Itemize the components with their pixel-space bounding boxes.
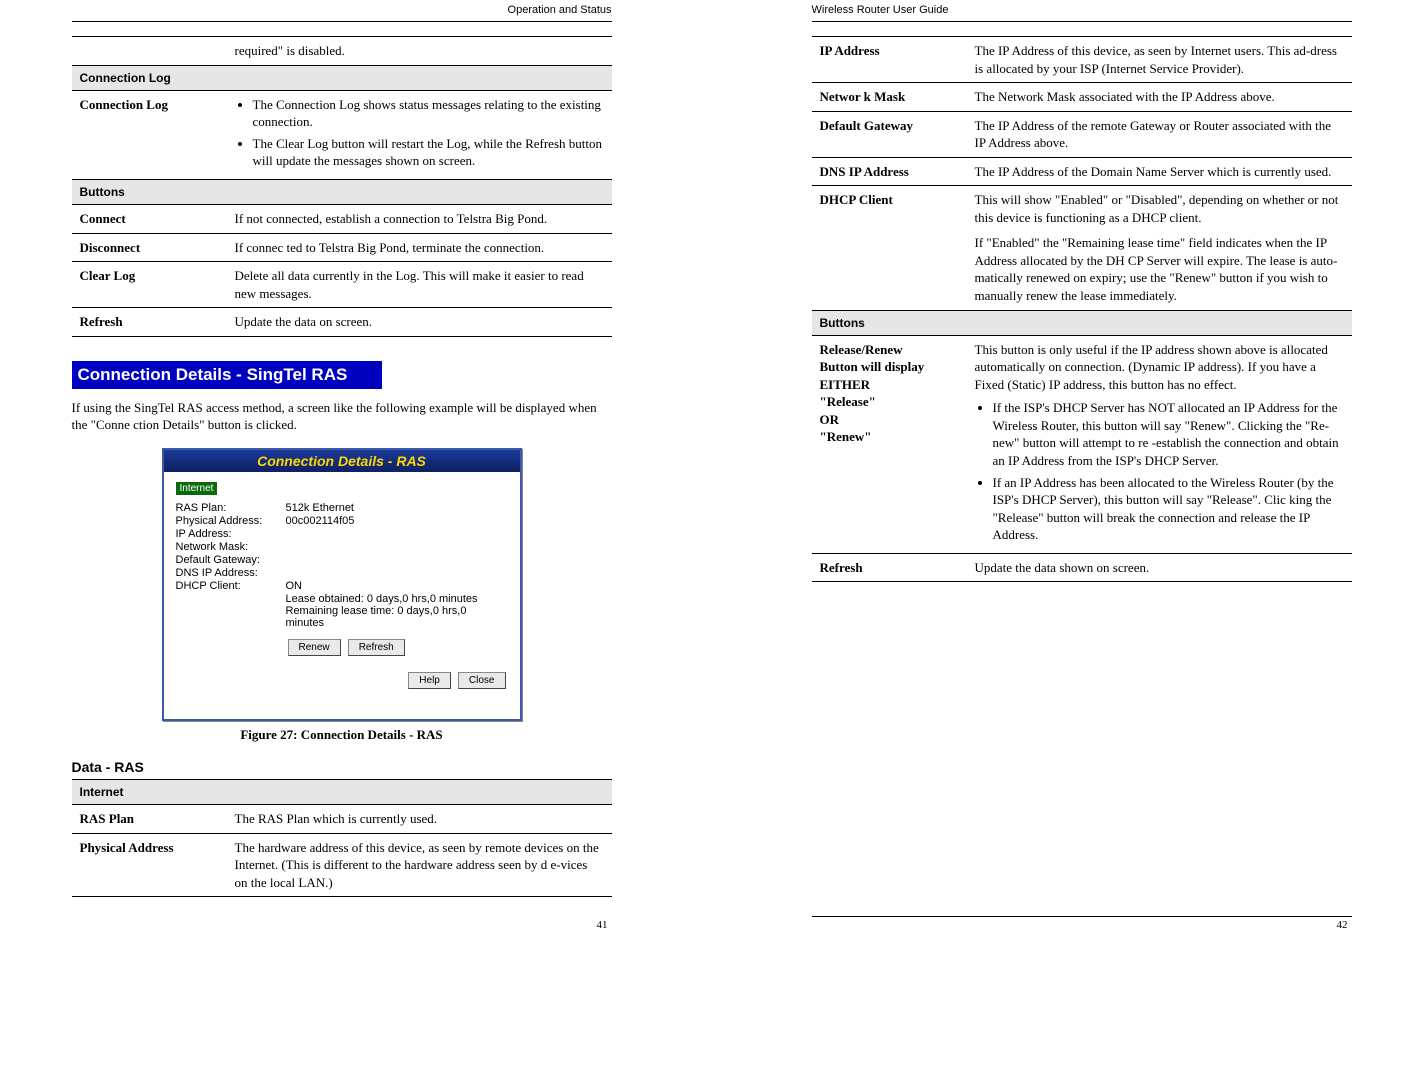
table-right: IP Address The IP Address of this device…: [812, 36, 1352, 582]
row-rasplan-v: The RAS Plan which is currently used.: [227, 805, 612, 834]
cell-required-disabled: required" is disabled.: [227, 37, 612, 66]
row-ip-l: IP Address: [812, 37, 967, 83]
figure-27: Connection Details - RAS Internet RAS Pl…: [72, 448, 612, 721]
rr-intro: This button is only useful if the IP add…: [975, 341, 1344, 394]
row-connlog-label: Connection Log: [72, 90, 227, 179]
mock-lease-rem: Remaining lease time: 0 days,0 hrs,0 min…: [286, 605, 508, 629]
row-refresh2-l: Refresh: [812, 553, 967, 582]
mock-dns-k: DNS IP Address:: [176, 567, 286, 579]
intro-paragraph: If using the SingTel RAS access method, …: [72, 399, 612, 434]
row-refresh-l: Refresh: [72, 308, 227, 337]
running-head-left: Operation and Status: [72, 4, 612, 22]
mock-lease-obt: Lease obtained: 0 days,0 hrs,0 minutes: [286, 593, 508, 605]
page-number-right: 42: [1337, 919, 1348, 931]
row-clearlog-v: Delete all data currently in the Log. Th…: [227, 262, 612, 308]
row-gw-v: The IP Address of the remote Gateway or …: [967, 111, 1352, 157]
row-dns-l: DNS IP Address: [812, 157, 967, 186]
mock-dhcp-v: ON: [286, 580, 508, 592]
mock-nm-k: Network Mask:: [176, 541, 286, 553]
page-left: Operation and Status required" is disabl…: [72, 0, 612, 907]
mock-section-internet: Internet: [176, 482, 218, 495]
mock-ras-plan-k: RAS Plan:: [176, 502, 286, 514]
table-data-ras: Internet RAS Plan The RAS Plan which is …: [72, 779, 612, 897]
heading-singtel-ras: Connection Details - SingTel RAS: [72, 361, 382, 389]
rr-bullet-1: If the ISP's DHCP Server has NOT allocat…: [993, 399, 1344, 469]
row-rasplan-l: RAS Plan: [72, 805, 227, 834]
row-nm-v: The Network Mask associated with the IP …: [967, 83, 1352, 112]
mock-phys-k: Physical Address:: [176, 515, 286, 527]
row-ip-v: The IP Address of this device, as seen b…: [967, 37, 1352, 83]
footer-rule: [812, 916, 1352, 917]
connlog-bullet-2: The Clear Log button will restart the Lo…: [253, 135, 604, 170]
mock-titlebar: Connection Details - RAS: [164, 450, 520, 472]
row-dhcp-v1: This will show "Enabled" or "Disabled", …: [975, 191, 1344, 226]
figure-caption: Figure 27: Connection Details - RAS: [72, 727, 612, 743]
mock-refresh-button[interactable]: Refresh: [348, 639, 405, 656]
page-number-left: 41: [597, 919, 608, 931]
row-nm-l: Networ k Mask: [812, 83, 967, 112]
row-clearlog-l: Clear Log: [72, 262, 227, 308]
section-connection-log: Connection Log: [72, 65, 612, 90]
connlog-bullet-1: The Connection Log shows status messages…: [253, 96, 604, 131]
row-physaddr-v: The hardware address of this device, as …: [227, 833, 612, 897]
section-internet: Internet: [72, 779, 612, 804]
row-dhcp-l: DHCP Client: [812, 186, 967, 310]
row-refresh-v: Update the data on screen.: [227, 308, 612, 337]
row-disconnect-l: Disconnect: [72, 233, 227, 262]
row-disconnect-v: If connec ted to Telstra Big Pond, termi…: [227, 233, 612, 262]
mock-help-button[interactable]: Help: [408, 672, 451, 689]
row-connect-v: If not connected, establish a connection…: [227, 205, 612, 234]
section-buttons-right: Buttons: [812, 310, 1352, 335]
rr-bullet-2: If an IP Address has been allocated to t…: [993, 474, 1344, 544]
table-left-top: required" is disabled. Connection Log Co…: [72, 36, 612, 337]
mock-gw-k: Default Gateway:: [176, 554, 286, 566]
row-connect-l: Connect: [72, 205, 227, 234]
running-head-right: Wireless Router User Guide: [812, 4, 1352, 22]
row-dns-v: The IP Address of the Domain Name Server…: [967, 157, 1352, 186]
mock-dhcp-k: DHCP Client:: [176, 580, 286, 592]
mock-ip-k: IP Address:: [176, 528, 286, 540]
row-physaddr-l: Physical Address: [72, 833, 227, 897]
mock-window: Connection Details - RAS Internet RAS Pl…: [162, 448, 522, 721]
row-dhcp-v2: If "Enabled" the "Remaining lease time" …: [975, 234, 1344, 304]
row-dhcp-v: This will show "Enabled" or "Disabled", …: [967, 186, 1352, 310]
row-releaserenew-l: Release/Renew Button will display EITHER…: [812, 335, 967, 553]
heading-data-ras: Data - RAS: [72, 759, 612, 775]
cell-empty: [72, 37, 227, 66]
mock-ras-plan-v: 512k Ethernet: [286, 502, 508, 514]
section-buttons-left: Buttons: [72, 179, 612, 204]
mock-close-button[interactable]: Close: [458, 672, 506, 689]
page-right: Wireless Router User Guide IP Address Th…: [812, 0, 1352, 907]
mock-phys-v: 00c002114f05: [286, 515, 508, 527]
row-connlog-value: The Connection Log shows status messages…: [227, 90, 612, 179]
row-gw-l: Default Gateway: [812, 111, 967, 157]
row-refresh2-v: Update the data shown on screen.: [967, 553, 1352, 582]
row-releaserenew-v: This button is only useful if the IP add…: [967, 335, 1352, 553]
mock-renew-button[interactable]: Renew: [288, 639, 341, 656]
